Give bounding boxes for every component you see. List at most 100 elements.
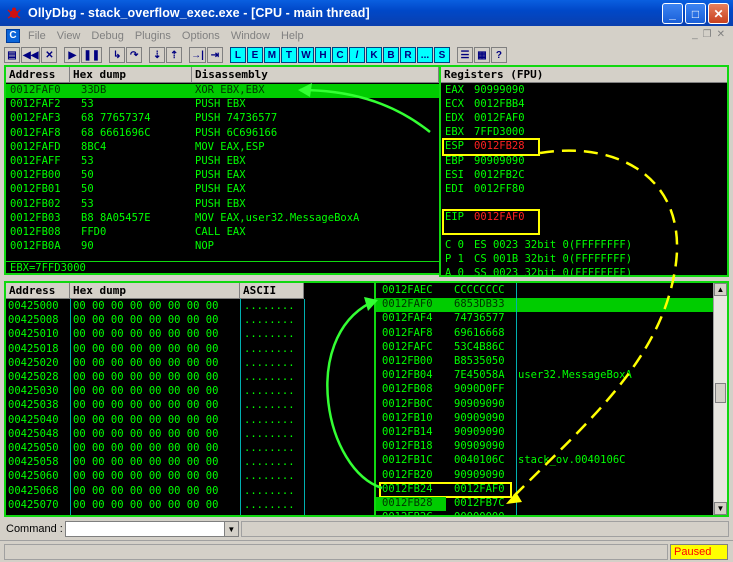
register-row[interactable]: ESI 0012FB2C xyxy=(441,169,727,183)
dump-row[interactable]: 00425010 00 00 00 00 00 00 00 00........ xyxy=(6,328,374,342)
goto-icon[interactable]: ⇥ xyxy=(206,47,223,63)
disasm-row[interactable]: 0012FB03 B8 8A05457E MOV EAX,user32.Messag… xyxy=(6,212,439,226)
command-input[interactable]: ▼ xyxy=(64,521,239,537)
scroll-down-icon[interactable]: ▼ xyxy=(714,502,727,515)
menu-plugins[interactable]: Plugins xyxy=(135,30,171,42)
dump-row[interactable]: 00425038 00 00 00 00 00 00 00 00........ xyxy=(6,399,374,413)
toolbar-log-button[interactable]: L xyxy=(229,47,246,63)
disasm-row[interactable]: 0012FB00 50 PUSH EAX xyxy=(6,169,439,183)
dump-header-address[interactable]: Address xyxy=(6,283,70,299)
toolbar-cpu-button[interactable]: C xyxy=(331,47,348,63)
scroll-thumb[interactable] xyxy=(715,383,726,403)
stack-row[interactable]: 0012FB14 90909090 xyxy=(376,426,713,440)
dump-row[interactable]: 00425068 00 00 00 00 00 00 00 00........ xyxy=(6,485,374,499)
close-button[interactable]: ✕ xyxy=(708,3,729,24)
register-row[interactable]: A 0 SS 0023 32bit 0(FFFFFFFF) xyxy=(441,267,727,275)
toolbar-memory-button[interactable]: M xyxy=(263,47,280,63)
stack-row[interactable]: 0012FB04 7E45058A user32.MessageBoxA xyxy=(376,369,713,383)
register-row[interactable]: ECX 0012FBB4 xyxy=(441,98,727,112)
mdi-close-icon[interactable]: ✕ xyxy=(717,29,725,40)
stack-row[interactable]: 0012FAFC 53C4B86C xyxy=(376,341,713,355)
memory-dump-pane[interactable]: Address Hex dump ASCII 00425000 00 00 00 … xyxy=(4,281,376,517)
help-icon[interactable]: ? xyxy=(490,47,507,63)
dump-row[interactable]: 00425048 00 00 00 00 00 00 00 00........ xyxy=(6,428,374,442)
stack-row[interactable]: 0012FB00 B8535050 xyxy=(376,355,713,369)
toolbar-windows-button[interactable]: W xyxy=(297,47,314,63)
menu-options[interactable]: Options xyxy=(182,30,220,42)
toolbar-references-button[interactable]: R xyxy=(399,47,416,63)
register-row[interactable] xyxy=(441,225,727,239)
toolbar-callstack-button[interactable]: K xyxy=(365,47,382,63)
disasm-row[interactable]: 0012FAF2 53 PUSH EBX xyxy=(6,98,439,112)
stack-row[interactable]: 0012FB1C 0040106C stack_ov.0040106C xyxy=(376,454,713,468)
disasm-header-disassembly[interactable]: Disassembly xyxy=(192,67,439,83)
toolbar-threads-button[interactable]: T xyxy=(280,47,297,63)
disasm-row[interactable]: 0012FB01 50 PUSH EAX xyxy=(6,183,439,197)
stack-row[interactable]: 0012FAF0 6853DB33 xyxy=(376,298,713,313)
stack-row[interactable]: 0012FB2C 00000000 xyxy=(376,511,713,515)
registers-header[interactable]: Registers (FPU) xyxy=(441,67,727,83)
chevron-down-icon[interactable]: ▼ xyxy=(223,522,238,536)
pause-icon[interactable]: ❚❚ xyxy=(81,47,103,63)
dump-row[interactable]: 00425050 00 00 00 00 00 00 00 00........ xyxy=(6,442,374,456)
register-row[interactable]: EBP 90909090 xyxy=(441,155,727,169)
cpu-window-icon[interactable]: C xyxy=(6,28,20,43)
trace-over-icon[interactable]: ⇡ xyxy=(166,47,183,63)
open-icon[interactable]: ▤ xyxy=(4,47,20,63)
mdi-minimize-icon[interactable]: _ xyxy=(692,29,698,40)
dump-row[interactable]: 00425070 00 00 00 00 00 00 00 00........ xyxy=(6,499,374,513)
rewind-icon[interactable]: ◀◀ xyxy=(21,47,41,63)
dump-row[interactable]: 00425058 00 00 00 00 00 00 00 00........ xyxy=(6,456,374,470)
minimize-button[interactable]: _ xyxy=(662,3,683,24)
toolbar-runtrace-button[interactable]: ... xyxy=(416,47,433,63)
dump-row[interactable]: 00425060 00 00 00 00 00 00 00 00........ xyxy=(6,470,374,484)
stack-row[interactable]: 0012FAF4 74736577 xyxy=(376,312,713,326)
dump-row[interactable]: 00425018 00 00 00 00 00 00 00 00........ xyxy=(6,343,374,357)
grid-icon[interactable]: ▦ xyxy=(473,47,490,63)
disasm-row[interactable]: 0012FB0A 90 NOP xyxy=(6,240,439,254)
disasm-row[interactable]: 0012FAFD 8BC4 MOV EAX,ESP xyxy=(6,141,439,155)
stack-pane[interactable]: 0012FAEC CCCCCCCC 0012FAF0 6853DB33 0012FAF4… xyxy=(374,281,729,517)
disasm-header-hex[interactable]: Hex dump xyxy=(70,67,192,83)
title-bar[interactable]: OllyDbg - stack_overflow_exec.exe - [CPU… xyxy=(0,0,733,26)
disasm-row[interactable]: 0012FAF0 33DB XOR EBX,EBX xyxy=(6,84,439,99)
disasm-row[interactable]: 0012FB02 53 PUSH EBX xyxy=(6,198,439,212)
disasm-row[interactable]: 0012FAF8 68 6661696C PUSH 6C696166 xyxy=(6,127,439,141)
stack-row[interactable]: 0012FAF8 69616668 xyxy=(376,327,713,341)
dump-row[interactable]: 00425020 00 00 00 00 00 00 00 00........ xyxy=(6,357,374,371)
menu-file[interactable]: File xyxy=(28,30,46,42)
register-row[interactable]: EDI 0012FF80 xyxy=(441,183,727,197)
dump-row[interactable]: 00425008 00 00 00 00 00 00 00 00........ xyxy=(6,314,374,328)
stack-row[interactable]: 0012FB0C 90909090 xyxy=(376,398,713,412)
disasm-row[interactable]: 0012FAFF 53 PUSH EBX xyxy=(6,155,439,169)
mdi-restore-icon[interactable]: ❐ xyxy=(703,29,712,40)
dump-row[interactable]: 00425000 00 00 00 00 00 00 00 00........ xyxy=(6,300,374,314)
scroll-up-icon[interactable]: ▲ xyxy=(714,283,727,296)
step-over-icon[interactable]: ↷ xyxy=(126,47,143,63)
dump-row[interactable]: 00425028 00 00 00 00 00 00 00 00........ xyxy=(6,371,374,385)
stack-scrollbar[interactable]: ▲ ▼ xyxy=(713,283,727,515)
registers-pane[interactable]: Registers (FPU) EAX 90999090 ECX 0012FBB4 ED… xyxy=(439,65,729,277)
menu-view[interactable]: View xyxy=(57,30,81,42)
toolbar-modules-button[interactable]: E xyxy=(246,47,263,63)
disasm-row[interactable]: 0012FB08 FFD0 CALL EAX xyxy=(6,226,439,240)
run-icon[interactable]: ▶ xyxy=(64,47,81,63)
stack-row[interactable]: 0012FB28 0012FB7C xyxy=(376,497,713,512)
step-into-icon[interactable]: ↳ xyxy=(109,47,126,63)
menu-window[interactable]: Window xyxy=(231,30,270,42)
stack-row[interactable]: 0012FB08 9090D0FF xyxy=(376,383,713,397)
toolbar-handles-button[interactable]: H xyxy=(314,47,331,63)
list-icon[interactable]: ☰ xyxy=(456,47,473,63)
stack-row[interactable]: 0012FB18 90909090 xyxy=(376,440,713,454)
menu-debug[interactable]: Debug xyxy=(91,30,123,42)
stop-icon[interactable]: ✕ xyxy=(41,47,58,63)
trace-into-icon[interactable]: ⇣ xyxy=(149,47,166,63)
stack-row[interactable]: 0012FAEC CCCCCCCC xyxy=(376,284,713,298)
disassembly-pane[interactable]: Address Hex dump Disassembly 0012FAF0 33D… xyxy=(4,65,441,275)
register-row[interactable]: EAX 90999090 xyxy=(441,84,727,98)
disasm-row[interactable]: 0012FAF3 68 77657374 PUSH 74736577 xyxy=(6,112,439,126)
maximize-button[interactable]: □ xyxy=(685,3,706,24)
dump-header-hex[interactable]: Hex dump xyxy=(70,283,240,299)
execute-till-return-icon[interactable]: →| xyxy=(189,47,206,63)
dump-row[interactable]: 00425040 00 00 00 00 00 00 00 00........ xyxy=(6,414,374,428)
